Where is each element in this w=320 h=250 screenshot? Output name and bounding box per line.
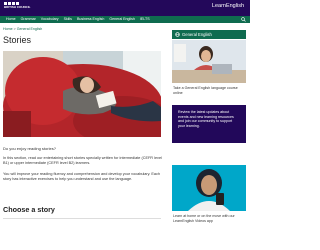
section-divider	[3, 218, 161, 219]
search-icon[interactable]	[241, 17, 246, 22]
main-nav: Home Grammar Vocabulary Skills Business Engl…	[0, 16, 250, 23]
british-council-logo[interactable]: BRITISH COUNCIL	[4, 2, 31, 12]
community-promo-text: Review the latest updates about events a…	[178, 110, 234, 128]
woman-reading-illustration	[3, 51, 161, 137]
site-name[interactable]: LearnEnglish	[212, 3, 244, 9]
intro-paragraph-2: You will improve your reading fluency an…	[3, 172, 161, 181]
breadcrumb: Home > General English	[3, 27, 42, 31]
nav-items: Home Grammar Vocabulary Skills Business Engl…	[6, 17, 150, 21]
hero-image	[3, 51, 161, 137]
intro-text: Do you enjoy reading stories?	[3, 146, 56, 151]
student-laptop-illustration	[172, 40, 246, 83]
nav-item-home[interactable]: Home	[6, 17, 16, 21]
nav-item-vocabulary[interactable]: Vocabulary	[41, 17, 59, 21]
site-header: BRITISH COUNCIL LearnEnglish	[0, 0, 250, 16]
nav-item-business-english[interactable]: Business English	[77, 17, 104, 21]
nav-item-grammar[interactable]: Grammar	[21, 17, 36, 21]
videos-app-image[interactable]	[172, 165, 246, 211]
breadcrumb-home[interactable]: Home	[3, 27, 13, 31]
woman-phone-illustration	[172, 165, 246, 211]
intro-paragraph-1: In this section, read our entertaining s…	[3, 156, 162, 165]
community-promo-card[interactable]: Review the latest updates about events a…	[172, 105, 246, 143]
section-title: Choose a story	[3, 205, 55, 214]
nav-item-skills[interactable]: Skills	[64, 17, 72, 21]
nav-item-ielts[interactable]: IELTS	[140, 17, 150, 21]
course-promo-image[interactable]	[172, 40, 246, 83]
nav-item-general-english[interactable]: General English	[109, 17, 135, 21]
course-promo-text[interactable]: Take a General English language course o…	[173, 86, 245, 95]
logo-text: BRITISH COUNCIL	[4, 5, 31, 9]
sidebar-heading[interactable]: General English	[172, 30, 246, 39]
page-title: Stories	[3, 35, 32, 45]
breadcrumb-separator: >	[13, 27, 16, 31]
globe-icon	[175, 32, 180, 37]
sidebar-heading-label: General English	[182, 32, 212, 37]
videos-app-text[interactable]: Learn at home or on the move with our Le…	[173, 214, 245, 223]
breadcrumb-current[interactable]: General English	[17, 27, 43, 31]
